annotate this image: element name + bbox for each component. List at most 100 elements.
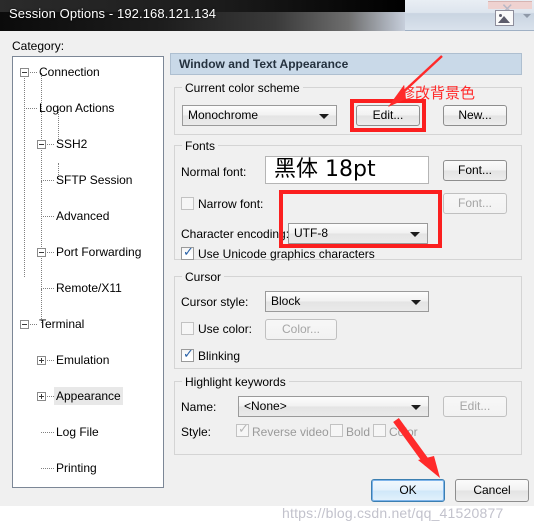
tree-item-logon-actions[interactable]: Logon Actions	[13, 99, 163, 117]
broken-image-icon	[495, 10, 514, 26]
window-title-bar: Session Options - 192.168.121.134 ✕	[0, 0, 534, 31]
color-scheme-new-button[interactable]: New...	[443, 105, 507, 126]
normal-font-button[interactable]: Font...	[443, 160, 507, 181]
cancel-button[interactable]: Cancel	[455, 479, 529, 502]
tree-item-remote-x11[interactable]: Remote/X11	[13, 279, 163, 297]
session-options-dialog: Category: Connection Logon Actions SSH2 …	[0, 31, 534, 521]
color-scheme-value: Monochrome	[188, 108, 259, 122]
highlight-name-select[interactable]: <None>	[238, 396, 429, 417]
cursor-style-select[interactable]: Block	[265, 291, 429, 312]
tree-item-label: Advanced	[56, 209, 110, 223]
highlight-edit-button: Edit...	[443, 396, 507, 417]
tree-item-log-file[interactable]: Log File	[13, 423, 163, 441]
window-controls[interactable]: ✕	[488, 1, 532, 31]
tree-line	[41, 216, 54, 217]
color-scheme-edit-button[interactable]: Edit...	[356, 105, 420, 126]
cursor-use-color-label: Use color:	[198, 322, 253, 336]
narrow-font-button-label: Font...	[457, 196, 492, 210]
highlight-reverse-video-label: Reverse video	[252, 425, 329, 439]
chevron-down-icon	[411, 299, 421, 305]
checkmark-icon: ✓	[238, 422, 249, 437]
tree-item-label: SSH2	[56, 137, 88, 151]
tree-item-label: Log File	[56, 425, 99, 439]
fonts-group-title: Fonts	[182, 139, 219, 153]
tree-line	[47, 360, 54, 361]
collapse-toggle-icon[interactable]	[37, 248, 46, 257]
tree-item-sftp-session[interactable]: SFTP Session	[13, 171, 163, 189]
tree-item-ssh2-advanced[interactable]: Advanced	[13, 207, 163, 225]
cursor-color-button: Color...	[265, 319, 337, 340]
ok-button-label: OK	[399, 483, 417, 497]
narrow-font-label: Narrow font:	[198, 197, 264, 211]
tree-item-port-forwarding[interactable]: Port Forwarding	[13, 243, 163, 261]
tree-line	[41, 432, 54, 433]
unicode-graphics-checkbox[interactable]: ✓	[181, 245, 194, 260]
tree-item-printing[interactable]: Printing	[13, 459, 163, 477]
tree-item-ssh2[interactable]: SSH2	[13, 135, 163, 153]
tree-line	[47, 144, 54, 145]
tree-item-connection[interactable]: Connection	[13, 63, 163, 81]
highlight-style-label: Style:	[181, 425, 212, 439]
normal-font-preview[interactable]: 黑体 18pt	[265, 156, 429, 184]
chevron-down-icon	[411, 404, 421, 410]
cursor-color-button-label: Color...	[281, 322, 320, 336]
checkmark-icon: ✓	[183, 245, 194, 260]
narrow-font-checkbox[interactable]	[181, 197, 194, 210]
tree-item-label: Appearance	[54, 387, 123, 405]
unicode-graphics-label: Use Unicode graphics characters	[198, 247, 375, 261]
cursor-use-color-checkbox[interactable]	[181, 322, 194, 335]
chevron-down-icon	[410, 231, 420, 237]
panel-title: Window and Text Appearance	[170, 53, 522, 75]
expand-toggle-icon[interactable]	[37, 392, 46, 401]
highlight-reverse-video-checkbox: ✓	[236, 422, 249, 437]
highlight-name-value: <None>	[244, 399, 287, 413]
cursor-blinking-checkbox[interactable]: ✓	[181, 347, 194, 362]
tree-line	[30, 324, 37, 325]
highlight-keywords-group: Highlight keywords	[174, 375, 522, 455]
cursor-style-label: Cursor style:	[181, 295, 249, 309]
highlight-bold-label: Bold	[346, 425, 371, 439]
ok-button[interactable]: OK	[371, 479, 445, 502]
tree-item-label: Printing	[56, 461, 97, 475]
character-encoding-label: Character encoding:	[181, 227, 290, 241]
annotation-text: 修改背景色	[400, 84, 476, 102]
tree-item-label: SFTP Session	[56, 173, 133, 187]
cursor-group-title: Cursor	[182, 270, 225, 284]
tree-item-emulation[interactable]: Emulation	[13, 351, 163, 369]
character-encoding-select[interactable]: UTF-8	[288, 223, 428, 244]
cursor-style-value: Block	[271, 294, 301, 308]
window-title: Session Options - 192.168.121.134	[9, 6, 217, 21]
normal-font-value: 黑体 18pt	[274, 157, 376, 182]
normal-font-label: Normal font:	[181, 165, 247, 179]
tree-line	[41, 468, 54, 469]
tree-item-label: Remote/X11	[56, 281, 122, 295]
tree-item-label: Terminal	[39, 317, 85, 331]
chevron-down-icon[interactable]	[523, 14, 531, 18]
tree-line	[41, 181, 42, 287]
tree-line	[30, 72, 37, 73]
highlight-keywords-group-title: Highlight keywords	[182, 375, 289, 389]
color-scheme-group-title: Current color scheme	[182, 81, 303, 95]
collapse-toggle-icon[interactable]	[20, 320, 29, 329]
narrow-font-button: Font...	[443, 193, 507, 214]
cancel-button-label: Cancel	[473, 483, 511, 497]
tree-line	[41, 180, 54, 181]
cursor-blinking-label: Blinking	[198, 349, 241, 363]
normal-font-button-label: Font...	[457, 163, 492, 177]
tree-item-label: Port Forwarding	[56, 245, 142, 259]
tree-item-label: Connection	[39, 65, 100, 79]
color-scheme-new-label: New...	[458, 108, 492, 122]
watermark: https://blog.csdn.net/qq_41520877	[282, 505, 504, 521]
tree-line	[47, 396, 54, 397]
collapse-toggle-icon[interactable]	[20, 68, 29, 77]
character-encoding-value: UTF-8	[294, 226, 328, 240]
tree-item-appearance[interactable]: Appearance	[13, 387, 163, 405]
tree-line	[41, 288, 54, 289]
category-tree[interactable]: Connection Logon Actions SSH2 SFTP Sessi…	[12, 56, 164, 488]
expand-toggle-icon[interactable]	[37, 356, 46, 365]
tree-item-terminal[interactable]: Terminal	[13, 315, 163, 333]
color-scheme-select[interactable]: Monochrome	[182, 105, 337, 126]
collapse-toggle-icon[interactable]	[37, 140, 46, 149]
color-scheme-edit-label: Edit...	[372, 108, 404, 122]
tree-item-label: Logon Actions	[39, 101, 115, 115]
